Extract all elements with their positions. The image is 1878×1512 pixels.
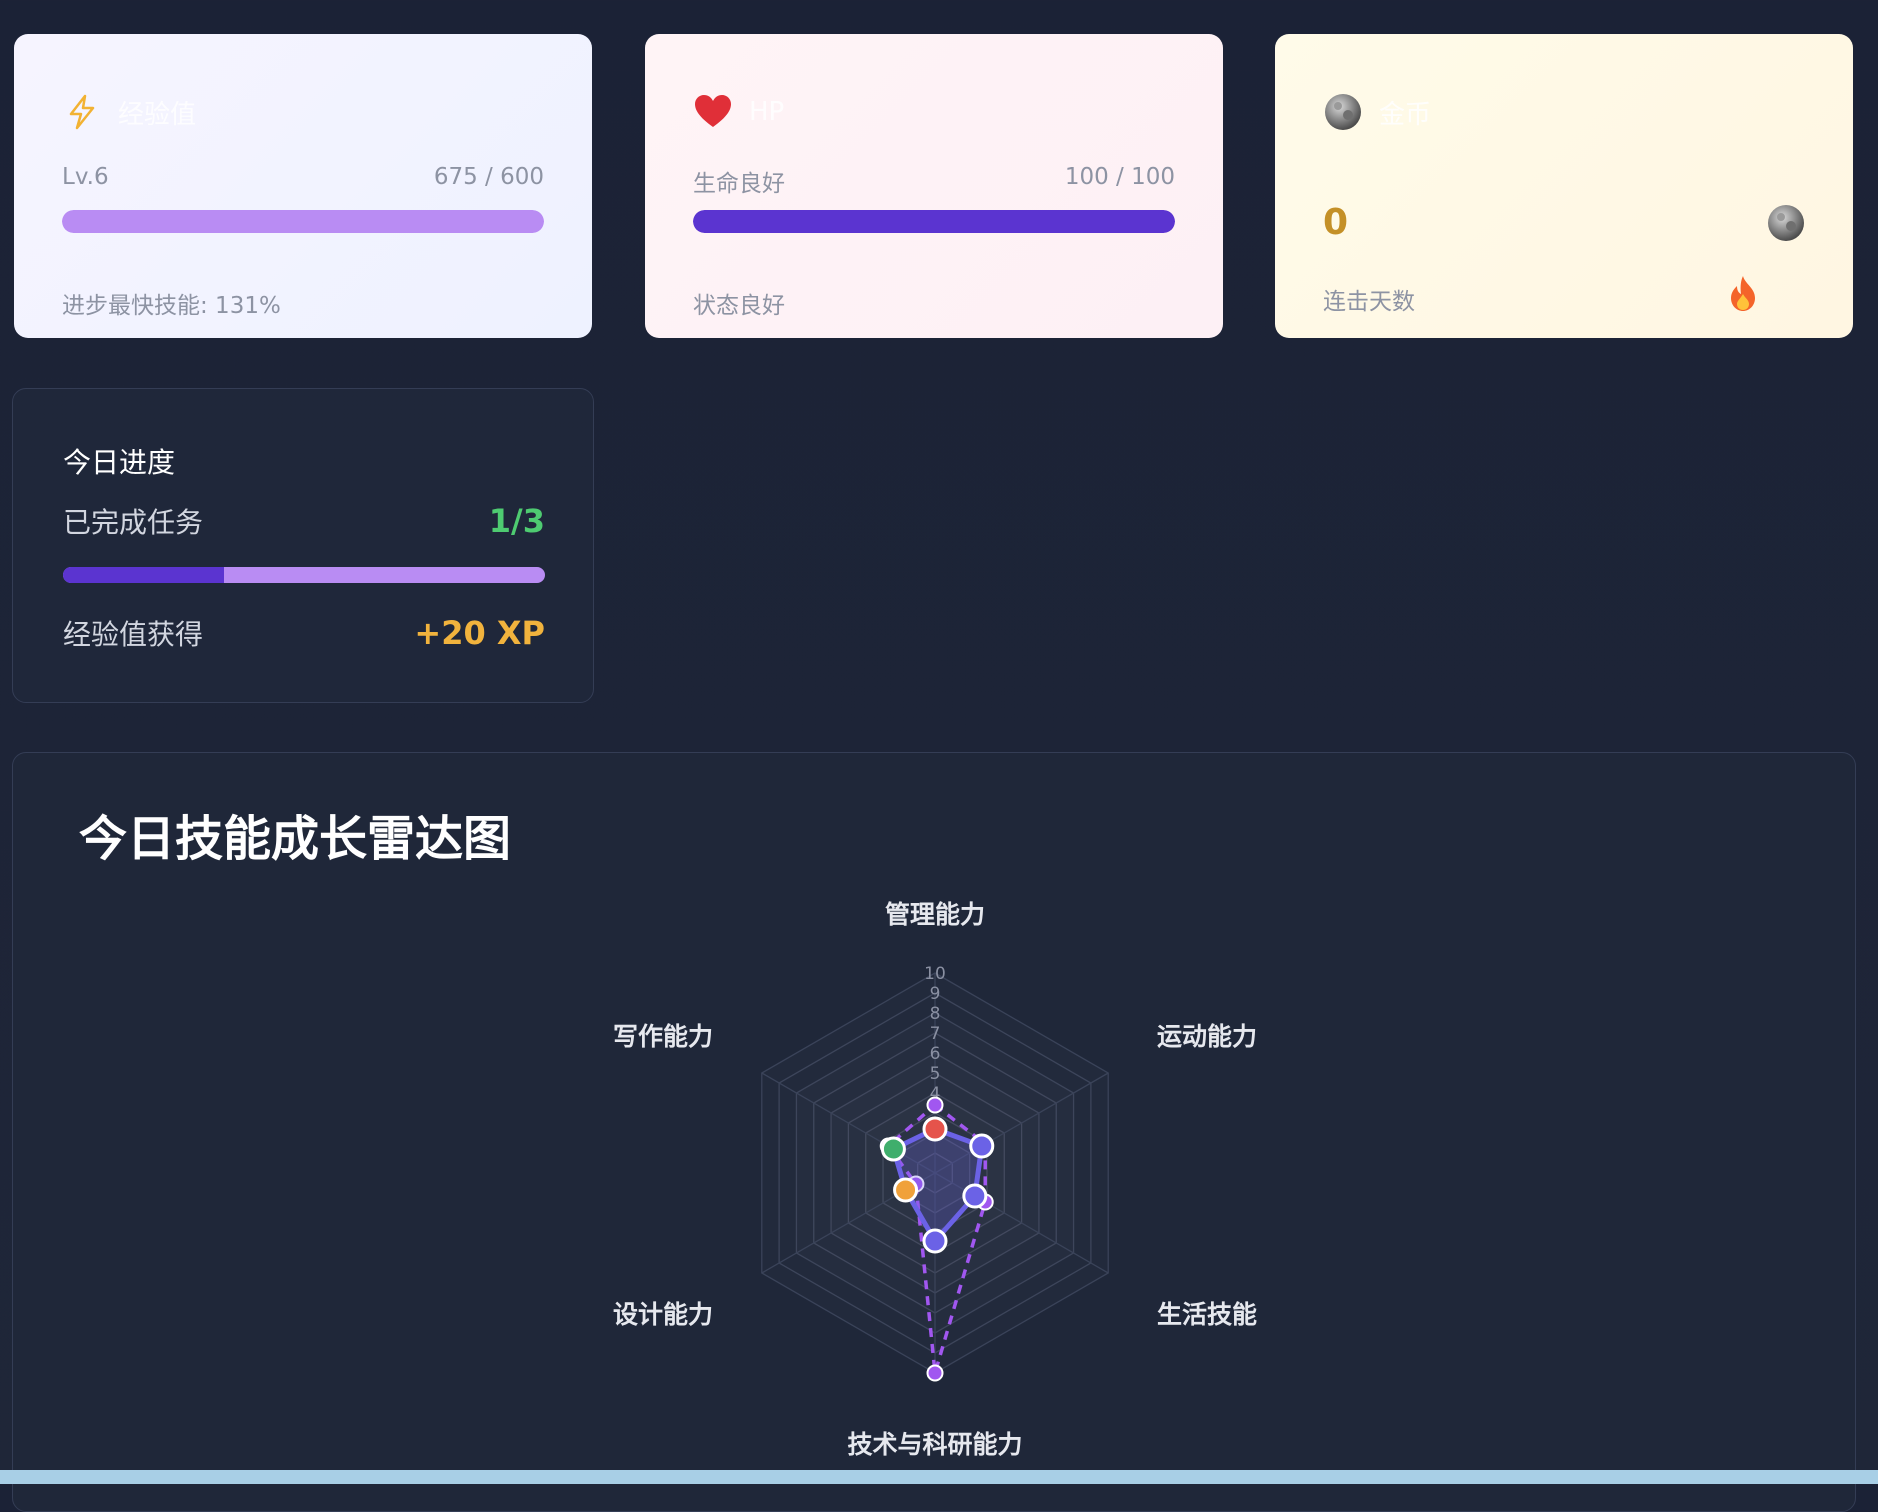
xp-progress-fill bbox=[62, 210, 544, 233]
radar-axis-label: 管理能力 bbox=[885, 900, 985, 929]
radar-tick-label: 7 bbox=[930, 1024, 941, 1044]
radar-data-point bbox=[893, 1177, 919, 1203]
hp-count: 100 / 100 bbox=[1064, 164, 1175, 190]
radar-data-point bbox=[962, 1183, 988, 1209]
xp-gained-value: +20 XP bbox=[414, 614, 545, 652]
radar-tick-label: 5 bbox=[930, 1064, 941, 1084]
radar-data-point bbox=[926, 1096, 944, 1114]
radar-tick-label: 8 bbox=[930, 1004, 941, 1024]
heart-icon bbox=[693, 92, 733, 132]
coin-card-title: 金币 bbox=[1379, 99, 1432, 130]
fastest-skill-text: 进步最快技能: 131% bbox=[62, 293, 281, 319]
radar-tick-label: 6 bbox=[930, 1044, 941, 1064]
radar-data-point bbox=[969, 1133, 995, 1159]
radar-axis-label: 写作能力 bbox=[613, 1022, 713, 1051]
skill-radar-chart: 45678910管理能力运动能力生活技能技术与科研能力设计能力写作能力 bbox=[613, 900, 1257, 1459]
radar-data-point bbox=[922, 1228, 948, 1254]
hp-card-title: HP bbox=[749, 97, 785, 127]
skill-radar-card: 今日技能成长雷达图 4 5 6 7 8 9 10 管理能力 运动能力 生活技能 技术与科研能力 设计能… bbox=[12, 752, 1856, 1512]
hp-card-header: HP bbox=[693, 92, 784, 132]
today-progress-title: 今日进度 bbox=[63, 446, 176, 479]
bottom-edge bbox=[0, 1470, 1878, 1484]
radar-data-point bbox=[926, 1364, 944, 1382]
coin-value: 0 bbox=[1323, 202, 1349, 243]
xp-progress-bar bbox=[62, 210, 544, 233]
xp-card: 经验值 Lv.6 675 / 600 进步最快技能: 131% bbox=[14, 34, 592, 338]
tasks-completed-value: 1/3 bbox=[488, 502, 545, 540]
radar-axis-label: 技术与科研能力 bbox=[847, 1430, 1022, 1459]
hp-card: HP 生命良好 100 / 100 状态良好 bbox=[645, 34, 1223, 338]
xp-gained-label: 经验值获得 bbox=[63, 618, 204, 651]
xp-card-title: 经验值 bbox=[118, 99, 197, 130]
tasks-progress-bar bbox=[63, 567, 545, 583]
xp-card-header: 经验值 bbox=[62, 92, 196, 132]
radar-data-point bbox=[922, 1116, 948, 1142]
hp-progress-fill bbox=[693, 210, 1175, 233]
coin-card-header: 金币 bbox=[1323, 92, 1431, 132]
radar-tick-label: 9 bbox=[930, 984, 941, 1004]
level-label: Lv.6 bbox=[62, 164, 109, 190]
fire-icon bbox=[1727, 274, 1759, 316]
hp-subtitle: 状态良好 bbox=[693, 293, 785, 319]
radar-axis-label: 运动能力 bbox=[1157, 1022, 1257, 1051]
coin-icon-small bbox=[1767, 204, 1805, 246]
radar-axis-label: 生活技能 bbox=[1157, 1300, 1257, 1329]
coin-icon bbox=[1323, 92, 1363, 132]
coin-card: 金币 0 连击天数 bbox=[1275, 34, 1853, 338]
radar-axis-label: 设计能力 bbox=[613, 1300, 713, 1329]
hp-status-label: 生命良好 bbox=[693, 171, 785, 197]
lightning-icon bbox=[62, 92, 102, 132]
radar-data-point bbox=[880, 1136, 906, 1162]
streak-label: 连击天数 bbox=[1323, 289, 1415, 315]
tasks-progress-fill bbox=[63, 567, 224, 583]
today-progress-card: 今日进度 已完成任务 1/3 经验值获得 +20 XP bbox=[12, 388, 594, 703]
xp-count: 675 / 600 bbox=[433, 164, 544, 190]
radar-tick-label: 10 bbox=[924, 964, 946, 984]
hp-progress-bar bbox=[693, 210, 1175, 233]
tasks-completed-label: 已完成任务 bbox=[63, 506, 204, 539]
